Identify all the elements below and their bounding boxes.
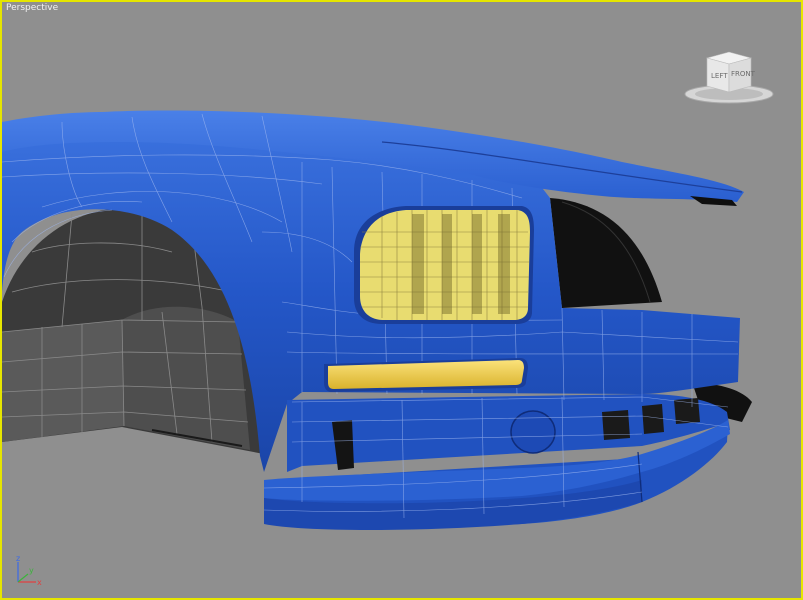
viewcube-left-label: LEFT <box>711 72 728 80</box>
viewcube-front-label: FRONT <box>731 70 756 78</box>
fog-light-bar <box>324 358 528 392</box>
axis-tripod: z x y <box>16 554 42 587</box>
perspective-viewport[interactable]: Perspective LEFT FRONT z x y <box>0 0 803 600</box>
axis-x-label: x <box>37 578 42 587</box>
axis-z-label: z <box>16 554 20 563</box>
viewcube[interactable]: LEFT FRONT <box>681 46 777 110</box>
headlight <box>354 206 534 324</box>
round-fog-hole <box>510 410 556 454</box>
axis-y-label: y <box>29 566 34 575</box>
